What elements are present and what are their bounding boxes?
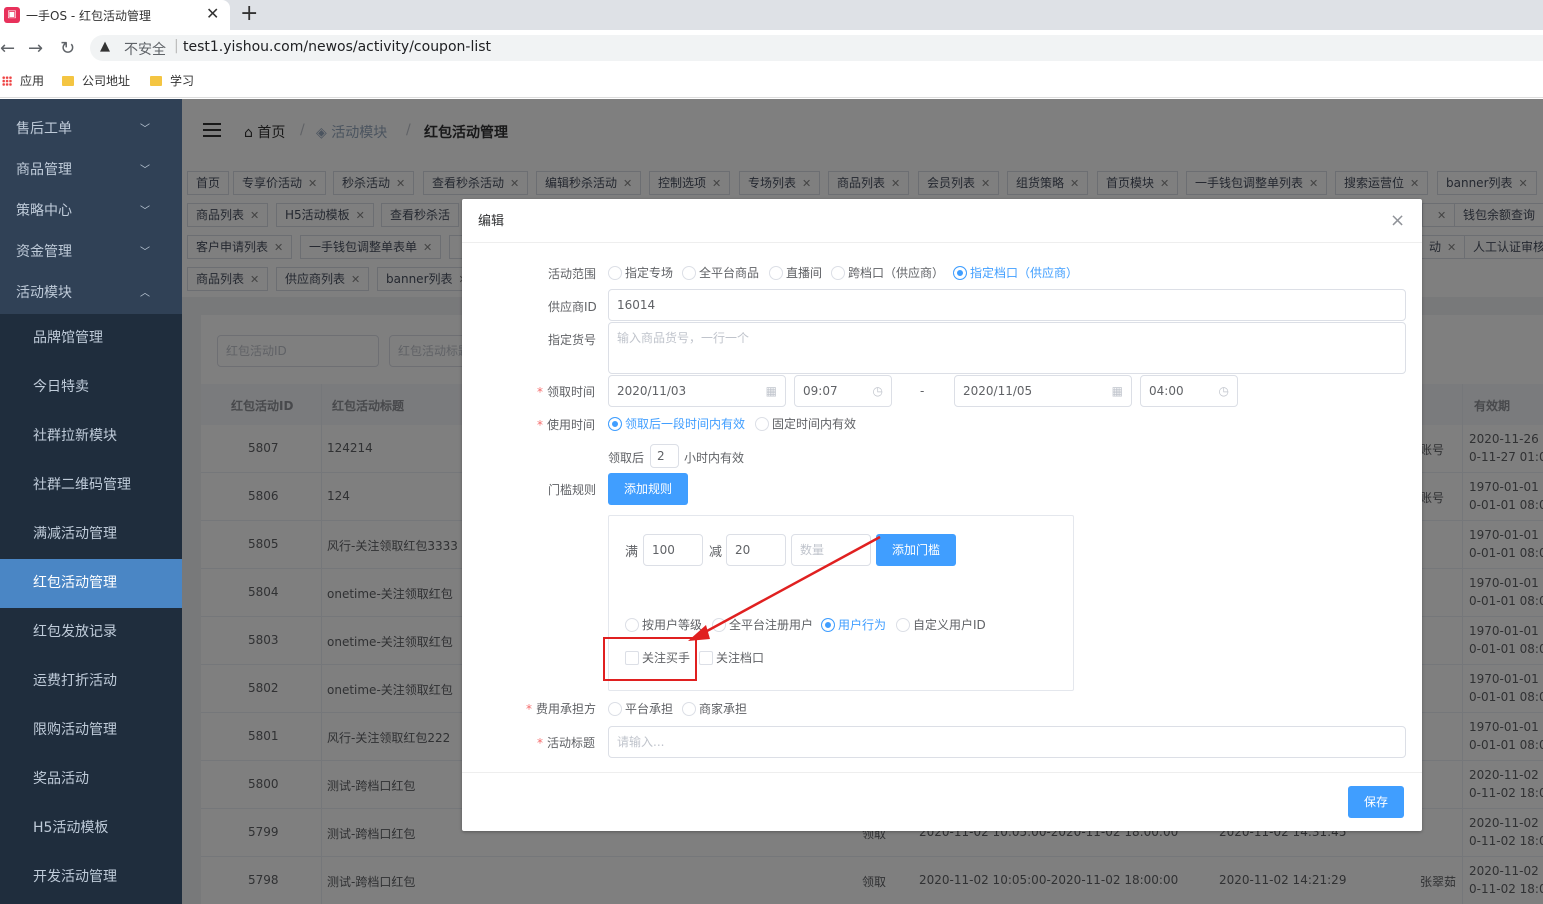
supplier-label: 供应商ID: [548, 300, 597, 314]
favicon-icon: ▣: [4, 7, 20, 23]
bookmark-study[interactable]: 学习: [150, 72, 194, 89]
warning-icon[interactable]: ▲: [100, 39, 110, 54]
sidebar-sub-item[interactable]: 限购活动管理: [0, 706, 182, 755]
end-time-input[interactable]: 04:00 ◷: [1140, 375, 1238, 407]
chevron-down-icon: ﹀: [140, 247, 150, 258]
start-date-input[interactable]: 2020/11/03 ▦: [608, 375, 786, 407]
sidebar-sub-item[interactable]: H5活动模板: [0, 804, 182, 853]
chevron-down-icon: ﹀: [140, 165, 150, 176]
browser-tab-title: 一手OS - 红包活动管理: [26, 9, 152, 23]
bookmarks-bar: 应用 公司地址 学习: [0, 66, 1543, 98]
chevron-down-icon: ﹀: [140, 124, 150, 135]
address-divider: |: [174, 38, 179, 54]
use-radio-selected[interactable]: 领取后一段时间内有效: [608, 417, 745, 431]
use-label: * 使用时间: [537, 418, 596, 432]
sku-label: 指定货号: [548, 333, 597, 347]
arrow-head: [688, 625, 710, 641]
sidebar-sub-item[interactable]: 品牌馆管理: [0, 314, 182, 363]
dialog-title: 编辑: [478, 214, 505, 229]
full-label: 满: [625, 545, 639, 560]
sidebar-sub-item[interactable]: 红包发放记录: [0, 608, 182, 657]
activity-title-label: * 活动标题: [537, 736, 596, 750]
supplier-id-input[interactable]: 16014: [608, 289, 1406, 321]
tab-close-icon[interactable]: ✕: [206, 4, 219, 23]
address-bar[interactable]: ▲ 不安全 | test1.yishou.com/newos/activity/…: [90, 35, 1543, 61]
url-text[interactable]: test1.yishou.com/newos/activity/coupon-l…: [183, 39, 491, 55]
folder-icon: [62, 76, 74, 86]
sidebar-item-strategy[interactable]: 策略中心 ﹀: [0, 191, 182, 232]
folder-icon: [150, 76, 162, 86]
cost-radio[interactable]: 商家承担: [682, 702, 747, 716]
cost-label: * 费用承担方: [526, 702, 597, 716]
threshold-label: 门槛规则: [548, 483, 597, 497]
scope-label: 活动范围: [548, 267, 597, 281]
sku-textarea[interactable]: 输入商品货号，一行一个: [608, 322, 1406, 374]
range-separator: -: [920, 384, 925, 398]
clock-icon: ◷: [1218, 384, 1229, 398]
insecure-label: 不安全: [124, 42, 166, 58]
sidebar-sub-item[interactable]: 社群拉新模块: [0, 412, 182, 461]
forward-icon[interactable]: →: [28, 38, 43, 59]
sidebar-sub-item[interactable]: 奖品活动: [0, 755, 182, 804]
dialog-footer-divider: [462, 772, 1422, 773]
cost-radio[interactable]: 平台承担: [608, 702, 673, 716]
scope-radio[interactable]: 跨档口（供应商）: [831, 266, 944, 280]
follow-stall-checkbox[interactable]: 关注档口: [699, 651, 764, 665]
browser-tab[interactable]: ▣ 一手OS - 红包活动管理 ✕: [0, 0, 230, 30]
sidebar-sub-item[interactable]: 开发活动管理: [0, 853, 182, 904]
sidebar-item-products[interactable]: 商品管理 ﹀: [0, 150, 182, 191]
scope-radio[interactable]: 直播间: [769, 266, 822, 280]
activity-title-input[interactable]: 请输入...: [608, 726, 1406, 758]
browser-tab-strip: [0, 0, 1543, 30]
bookmark-apps[interactable]: 应用: [2, 72, 44, 89]
after-prefix: 领取后: [608, 451, 645, 465]
scope-radio-selected[interactable]: 指定档口（供应商）: [953, 266, 1078, 280]
start-time-input[interactable]: 09:07 ◷: [794, 375, 892, 407]
reload-icon[interactable]: ↻: [60, 38, 75, 59]
sidebar-sub-item[interactable]: 今日特卖: [0, 363, 182, 412]
receive-label: * 领取时间: [537, 385, 596, 399]
end-date-input[interactable]: 2020/11/05 ▦: [954, 375, 1132, 407]
arrow-shaft: [695, 535, 881, 639]
sidebar-sub-item[interactable]: 社群二维码管理: [0, 461, 182, 510]
sidebar-sub-item[interactable]: 满减活动管理: [0, 510, 182, 559]
clock-icon: ◷: [872, 384, 883, 398]
new-tab-button[interactable]: +: [240, 1, 258, 26]
apps-grid-icon: [2, 76, 12, 86]
calendar-icon: ▦: [1111, 384, 1123, 398]
hours-input[interactable]: 2: [650, 444, 679, 468]
scope-radio[interactable]: 全平台商品: [682, 266, 759, 280]
sidebar-item-funds[interactable]: 资金管理 ﹀: [0, 232, 182, 273]
add-rule-button[interactable]: 添加规则: [608, 473, 688, 505]
dialog-divider: [462, 242, 1422, 243]
back-icon[interactable]: ←: [0, 38, 15, 59]
annotation-arrow-icon: [688, 535, 881, 641]
sidebar: 售后工单 ﹀ 商品管理 ﹀ 策略中心 ﹀ 资金管理 ﹀ 活动模块 ︿ 品牌馆管理 今日特卖…: [0, 99, 182, 904]
chevron-down-icon: ﹀: [140, 206, 150, 217]
user-radio[interactable]: 自定义用户ID: [896, 618, 986, 632]
use-radio[interactable]: 固定时间内有效: [755, 417, 856, 431]
sidebar-sub-item[interactable]: 运费打折活动: [0, 657, 182, 706]
calendar-icon: ▦: [765, 384, 777, 398]
save-button[interactable]: 保存: [1348, 786, 1404, 818]
close-icon[interactable]: ×: [1390, 212, 1405, 230]
after-suffix: 小时内有效: [684, 451, 745, 465]
sidebar-item-activity[interactable]: 活动模块 ︿: [0, 273, 182, 314]
sidebar-sub-item-active[interactable]: 红包活动管理: [0, 559, 182, 608]
chevron-up-icon: ︿: [140, 288, 150, 299]
bookmark-company[interactable]: 公司地址: [62, 72, 130, 89]
scope-radio[interactable]: 指定专场: [608, 266, 673, 280]
sidebar-item-after-sales[interactable]: 售后工单 ﹀: [0, 109, 182, 150]
